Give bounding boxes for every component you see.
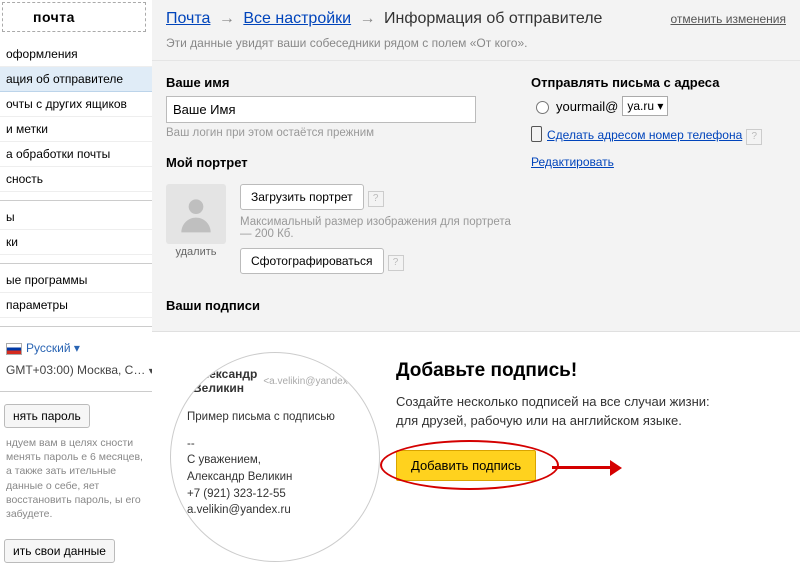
take-photo-button[interactable]: Сфотографироваться	[240, 248, 384, 274]
phone-icon	[531, 126, 542, 142]
sidebar-item-x2[interactable]: ки	[0, 230, 152, 255]
sidebar-nav-2: ы ки	[0, 205, 152, 255]
preview-line: С уважением,	[187, 452, 363, 469]
help-icon[interactable]: ?	[746, 129, 762, 145]
from-label: Отправлять письма с адреса	[531, 75, 786, 90]
sidebar-item-programs[interactable]: ые программы	[0, 268, 152, 293]
sidebar-item-params[interactable]: параметры	[0, 293, 152, 318]
form-panel: Ваше имя Ваш логин при этом остаётся пре…	[152, 61, 800, 331]
preview-email: <a.velikin@yandex.ru>	[263, 376, 365, 387]
logo: почта	[2, 2, 146, 32]
edit-link[interactable]: Редактировать	[531, 155, 614, 169]
password-hint: ндуем вам в целях сности менять пароль е…	[0, 432, 152, 525]
crumb-mail[interactable]: Почта	[166, 10, 210, 27]
crumb-sep: →	[219, 10, 235, 27]
avatar-block: удалить	[166, 184, 226, 280]
crumb-sep: →	[360, 10, 376, 27]
sidebar-nav: оформления ация об отправителе очты с др…	[0, 42, 152, 192]
sidebar-nav-3: ые программы параметры	[0, 268, 152, 318]
phone-address-link[interactable]: Сделать адресом номер телефона?	[531, 126, 786, 145]
breadcrumb-bar: Почта → Все настройки → Информация об от…	[152, 0, 800, 61]
name-hint: Ваш логин при этом остаётся прежним	[166, 127, 513, 139]
preview-line: +7 (921) 323-12-55	[187, 486, 363, 503]
sidebar-item-other-boxes[interactable]: очты с других ящиков	[0, 92, 152, 117]
preview-line: Пример письма с подписью	[187, 409, 363, 426]
language-selector[interactable]: Русский ▾	[0, 331, 152, 361]
sidebar-item-security[interactable]: сность	[0, 167, 152, 192]
preview-name: Александр Великин	[193, 367, 257, 395]
from-address-radio[interactable]	[536, 101, 549, 114]
main-content: Почта → Все настройки → Информация об от…	[152, 0, 800, 582]
chevron-down-icon: ▾	[657, 99, 663, 113]
timezone-selector[interactable]: GMT+03:00) Москва, С… ▾	[0, 361, 152, 383]
remove-data-button[interactable]: ить свои данные	[4, 539, 115, 563]
from-address-row: yourmail@ ya.ru ▾	[531, 96, 786, 116]
preview-line: a.velikin@yandex.ru	[187, 502, 363, 519]
language-label: Русский ▾	[26, 341, 80, 355]
from-local: yourmail@	[556, 99, 618, 114]
cancel-changes-link[interactable]: отменить изменения	[671, 12, 787, 26]
avatar-delete-link[interactable]: удалить	[166, 246, 226, 258]
preview-line: Александр Великин	[187, 469, 363, 486]
person-icon	[174, 192, 218, 236]
upload-portrait-button[interactable]: Загрузить портрет	[240, 184, 364, 210]
sidebar-item-sender-info[interactable]: ация об отправителе	[0, 67, 152, 92]
avatar-placeholder	[166, 184, 226, 244]
help-icon[interactable]: ?	[368, 191, 384, 207]
name-label: Ваше имя	[166, 75, 513, 90]
promo-heading: Добавьте подпись!	[396, 360, 782, 382]
signature-preview: Александр Великин <a.velikin@yandex.ru> …	[170, 352, 380, 562]
portrait-label: Мой портрет	[166, 155, 513, 170]
sidebar-item-appearance[interactable]: оформления	[0, 42, 152, 67]
sidebar-item-labels[interactable]: и метки	[0, 117, 152, 142]
sidebar-item-rules[interactable]: а обработки почты	[0, 142, 152, 167]
help-icon[interactable]: ?	[388, 255, 404, 271]
sidebar-item-x1[interactable]: ы	[0, 205, 152, 230]
page-description: Эти данные увидят ваши собеседники рядом…	[166, 36, 786, 50]
promo-text-1: Создайте несколько подписей на все случа…	[396, 394, 782, 409]
highlight-ring	[380, 440, 559, 490]
sidebar: почта оформления ация об отправителе очт…	[0, 0, 153, 582]
name-input[interactable]	[166, 96, 476, 123]
change-password-button[interactable]: нять пароль	[4, 404, 90, 428]
crumb-current: Информация об отправителе	[384, 10, 602, 27]
signature-promo: Александр Великин <a.velikin@yandex.ru> …	[152, 331, 800, 582]
from-domain-select[interactable]: ya.ru ▾	[622, 96, 668, 116]
signatures-header: Ваши подписи	[166, 298, 513, 313]
timezone-label: GMT+03:00) Москва, С…	[6, 363, 145, 377]
preview-line: --	[187, 436, 363, 453]
promo-text-2: для друзей, рабочую или на английском яз…	[396, 413, 782, 428]
crumb-all-settings[interactable]: Все настройки	[243, 10, 351, 27]
portrait-buttons: Загрузить портрет? Максимальный размер и…	[240, 184, 513, 280]
flag-ru-icon	[6, 343, 22, 355]
portrait-size-hint: Максимальный размер изображения для порт…	[240, 216, 513, 240]
